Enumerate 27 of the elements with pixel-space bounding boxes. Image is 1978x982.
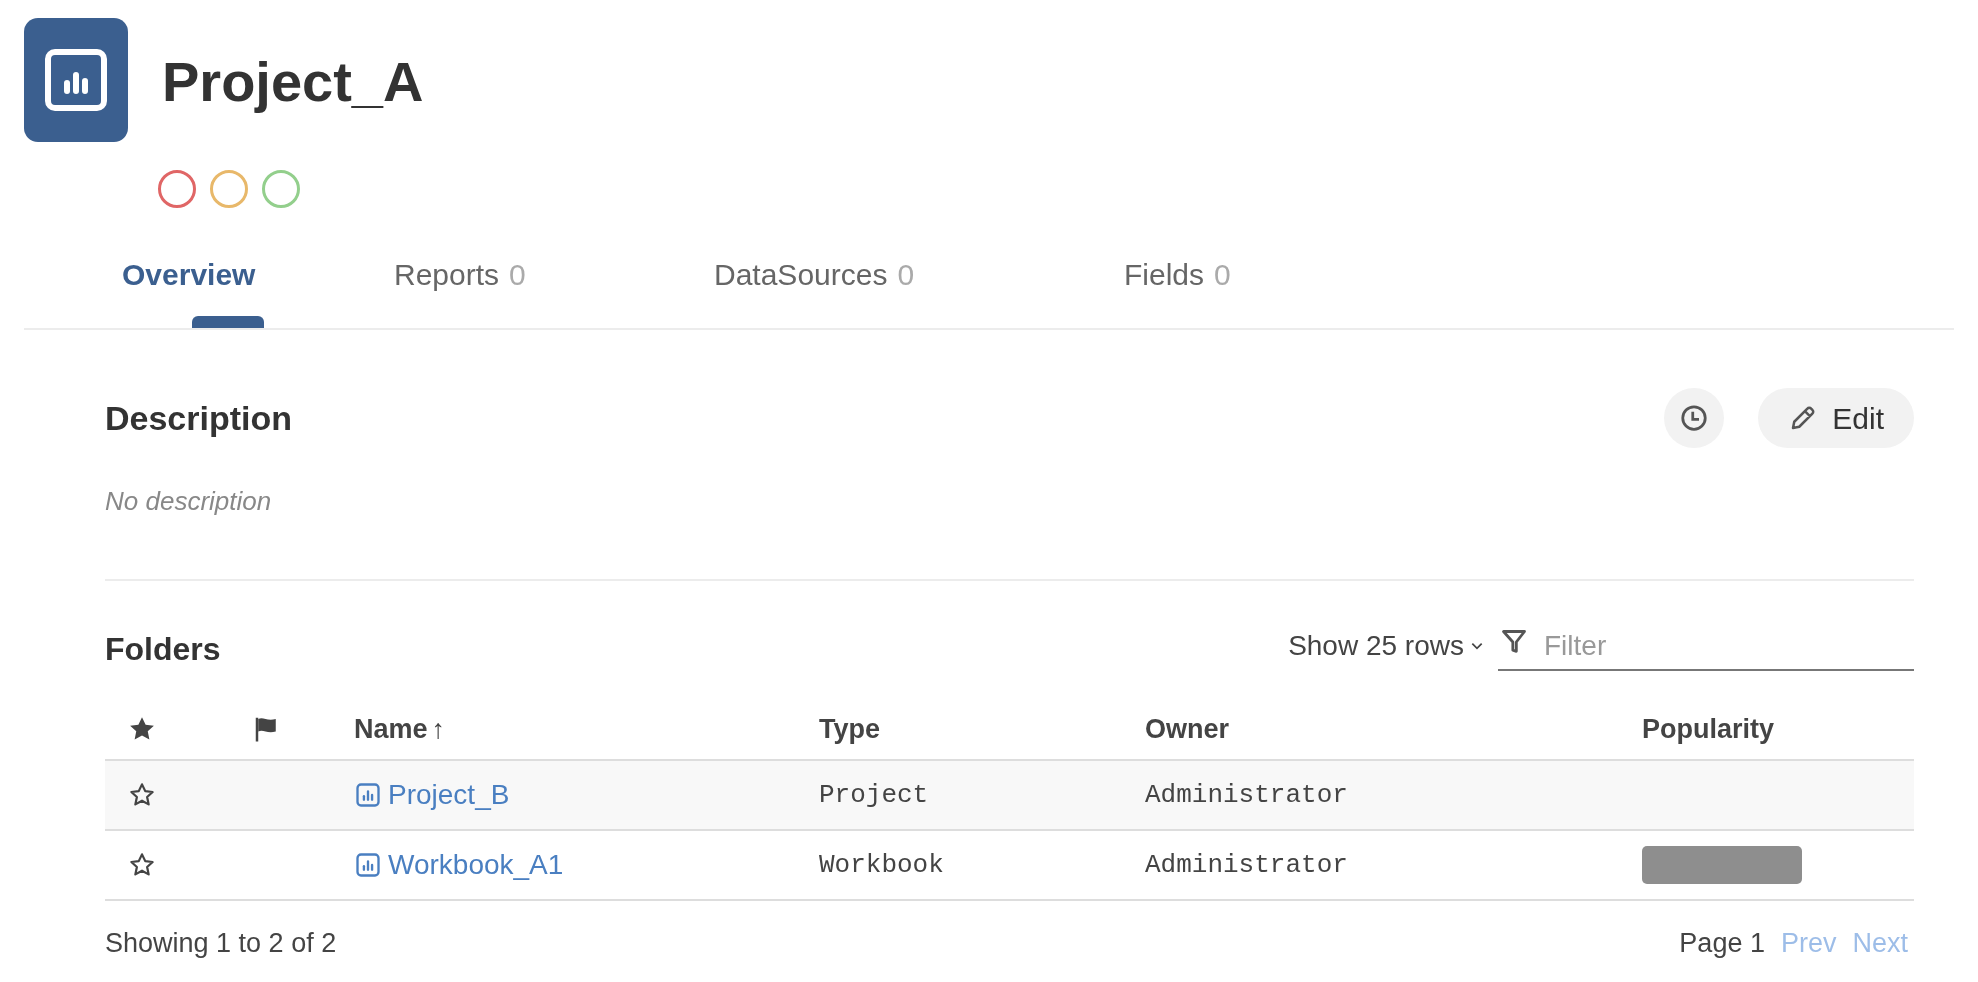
item-link[interactable]: Project_B [354,774,510,816]
clock-icon [1679,403,1710,433]
tab[interactable]: Reports 0 [394,260,526,290]
table-cell: Administrator [1145,779,1348,810]
rows-per-page-dropdown[interactable]: Show 25 rows [1288,625,1484,667]
project-logo-icon [24,18,128,142]
section-heading: Folders [105,633,221,665]
column-header[interactable]: Popularity [1642,708,1775,750]
tab[interactable]: Overview [122,260,256,290]
column-header[interactable]: Name↑ [354,708,446,750]
description-text: No description [105,485,273,518]
section-heading: Description [105,397,293,439]
edit-button[interactable]: Edit [1758,388,1914,448]
table-row[interactable]: Project_B Project Administrator [105,761,1914,831]
page-number: Page 1 [1679,927,1765,960]
tab[interactable]: Fields 0 [1124,260,1231,290]
filter-input[interactable]: Filter [1544,625,1884,667]
chart-icon [354,851,382,879]
results-summary: Showing 1 to 2 of 2 [105,927,337,960]
table-cell: Project [819,779,929,810]
item-link[interactable]: Workbook_A1 [354,844,564,886]
table-cell: Administrator [1145,849,1348,880]
column-header[interactable]: Type [819,708,880,750]
chart-icon [354,781,382,809]
tab[interactable]: DataSources 0 [714,260,915,290]
table-cell: Workbook [819,849,944,880]
column-header[interactable]: Owner [1145,708,1230,750]
